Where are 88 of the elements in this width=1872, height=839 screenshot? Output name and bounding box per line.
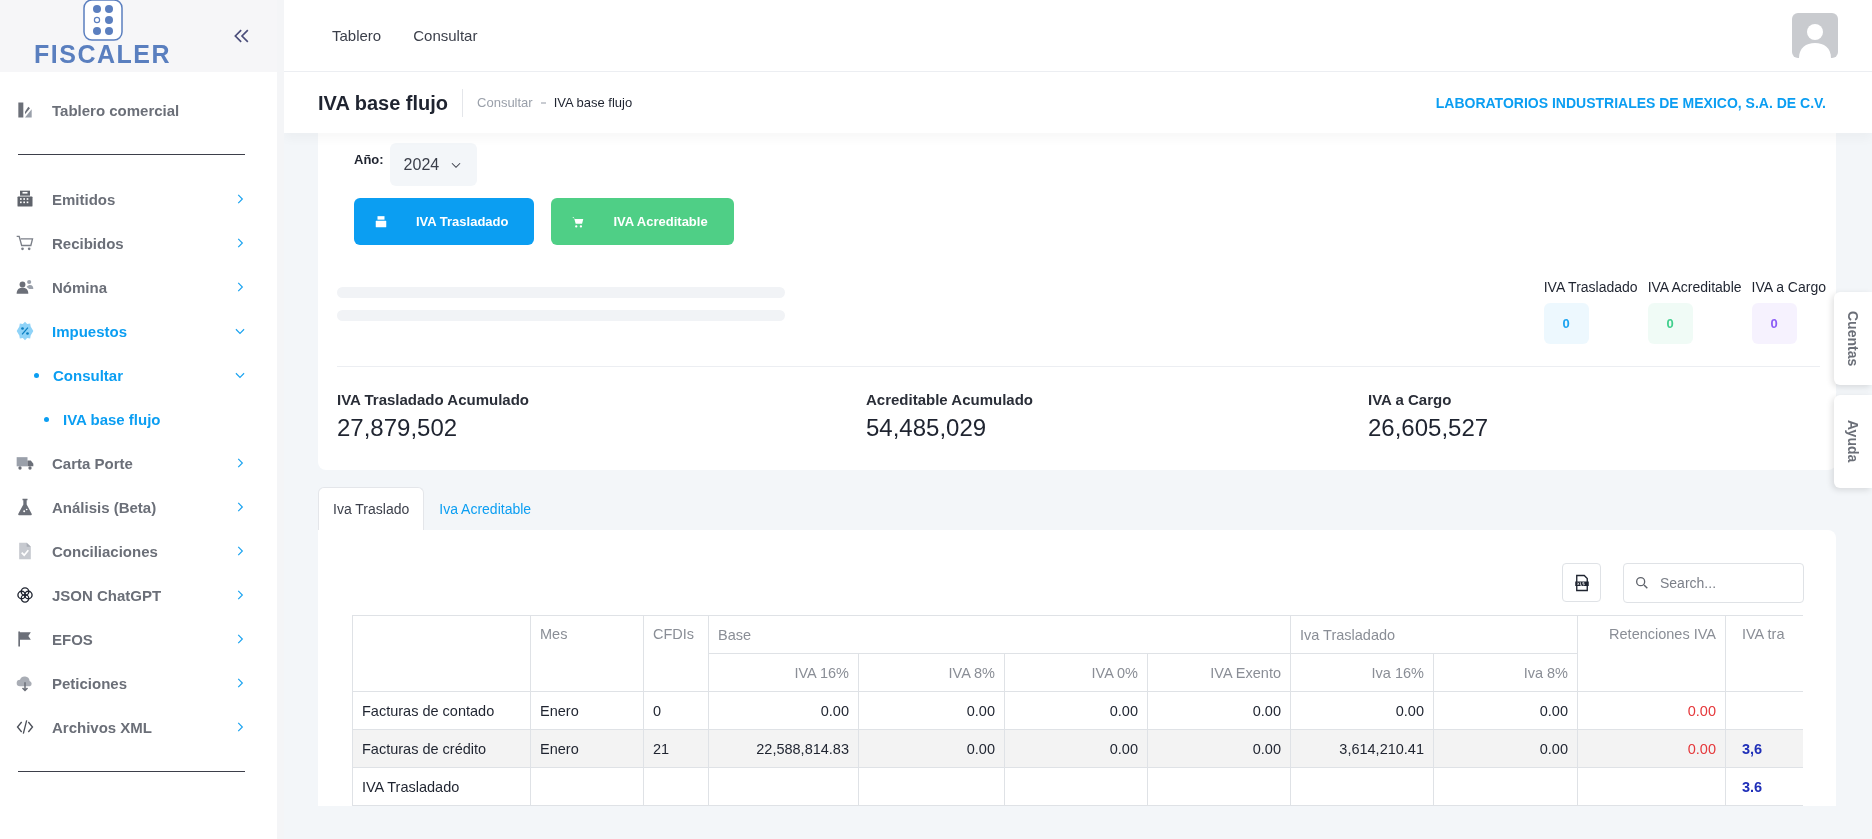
table-cell: Facturas de contado	[362, 702, 495, 719]
sidebar-item[interactable]: Peticiones	[0, 661, 277, 705]
sidebar-item[interactable]: Recibidos	[0, 221, 277, 265]
bullet-icon	[34, 372, 39, 378]
tab[interactable]: Iva Traslado	[318, 487, 425, 530]
sidebar-item[interactable]: Impuestos	[0, 309, 277, 353]
table-cell: 0.00	[1687, 702, 1716, 719]
spreadsheet-icon	[1572, 573, 1591, 592]
people-icon	[15, 277, 35, 297]
search-field[interactable]: Search...	[1623, 563, 1804, 603]
table-cell: 3,6	[1742, 740, 1763, 757]
table-cell: 21	[653, 740, 670, 757]
table-cell: 0.00	[1109, 702, 1138, 719]
table-cell: 0.00	[1539, 702, 1568, 719]
page-title: IVA base flujo	[318, 88, 464, 117]
sidebar-item[interactable]: JSON ChatGPT	[0, 573, 277, 617]
sidebar-item[interactable]: EFOS	[0, 617, 277, 661]
table-cell: Facturas de crédito	[362, 740, 487, 757]
sidebar-item[interactable]: Análisis (Beta)	[0, 485, 277, 529]
knot-icon	[15, 585, 35, 605]
total-label: Acreditable Acumulado	[866, 391, 1034, 408]
value-badge: 0	[1751, 303, 1797, 344]
table-cell: 22,588,814.83	[756, 740, 849, 757]
total-value: 27,879,502	[337, 414, 459, 442]
column-header: CFDIs	[643, 615, 709, 692]
column-header: Iva 16%	[1290, 653, 1434, 692]
sidebar-item[interactable]: Tablero comercial	[0, 88, 277, 132]
year-label: Año:	[354, 152, 384, 167]
value-badge: 0	[1647, 303, 1693, 344]
column-header: IVA 16%	[708, 653, 859, 692]
action-button[interactable]: IVA Trasladado	[354, 198, 535, 245]
search-icon	[1634, 575, 1650, 591]
code-icon	[15, 717, 35, 737]
percent-badge-icon	[15, 321, 35, 341]
sidebar-item[interactable]: Nómina	[0, 265, 277, 309]
column-header: IVA tra	[1725, 615, 1803, 692]
column-header: Mes	[530, 615, 644, 692]
table-cell: IVA Trasladado	[362, 778, 460, 795]
column-header: IVA 0%	[1004, 653, 1148, 692]
column-header: Base	[708, 615, 1291, 654]
total-label: IVA Trasladado Acumulado	[337, 391, 530, 408]
nav-link[interactable]: Tablero	[332, 27, 382, 44]
sidebar-item[interactable]: Archivos XML	[0, 705, 277, 749]
total-value: 54,485,029	[866, 414, 988, 442]
sidebar-item[interactable]: Conciliaciones	[0, 529, 277, 573]
flask-icon	[15, 497, 35, 517]
side-tab[interactable]: Cuentas	[1834, 292, 1872, 385]
sidebar-item[interactable]: Carta Porte	[0, 441, 277, 485]
tab[interactable]: Iva Acreditable	[424, 487, 547, 530]
table-cell: 0.00	[1539, 740, 1568, 757]
column-header: IVA 8%	[858, 653, 1005, 692]
column-header: Iva Trasladado	[1290, 615, 1578, 654]
sidebar-item[interactable]: IVA base flujo	[0, 397, 277, 441]
sidebar-item[interactable]: Consultar	[0, 353, 277, 397]
export-button[interactable]	[1562, 563, 1601, 602]
table-cell: 3,614,210.41	[1339, 740, 1424, 757]
total-label: IVA a Cargo	[1368, 391, 1453, 408]
cart-icon	[571, 214, 586, 229]
logo-text: FISCALER	[34, 41, 171, 67]
bullet-icon	[44, 416, 49, 422]
table-cell: 0	[653, 702, 662, 719]
table-cell: 0.00	[1109, 740, 1138, 757]
total-value: 26,605,527	[1368, 414, 1490, 442]
chart-icon	[15, 100, 35, 120]
table-cell: Enero	[540, 740, 579, 757]
badge-label: IVA Acreditable	[1647, 279, 1742, 295]
value-badge: 0	[1543, 303, 1589, 344]
table-cell: 0.00	[966, 740, 995, 757]
sidebar-item[interactable]: Emitidos	[0, 177, 277, 221]
side-tab[interactable]: Ayuda	[1834, 395, 1872, 488]
nav-link[interactable]: Consultar	[413, 27, 478, 44]
column-header: Retenciones IVA	[1577, 615, 1726, 692]
column-header: IVA Exento	[1147, 653, 1291, 692]
table-cell: 3.6	[1742, 778, 1763, 795]
table-cell: 0.00	[1687, 740, 1716, 757]
table-cell: 0.00	[1252, 740, 1281, 757]
table-cell: 0.00	[1252, 702, 1281, 719]
year-select[interactable]: 2024	[389, 143, 478, 186]
table-cell: 0.00	[820, 702, 849, 719]
breadcrumb-item[interactable]: Consultar	[477, 95, 533, 110]
breadcrumb-item: IVA base flujo	[553, 95, 633, 110]
company-name: LABORATORIOS INDUSTRIALES DE MEXICO, S.A. DE C.V.	[1435, 94, 1826, 111]
cart-icon	[15, 233, 35, 253]
badge-label: IVA Trasladado	[1543, 279, 1638, 295]
table-cell: Enero	[540, 702, 579, 719]
table-cell: 0.00	[1395, 702, 1424, 719]
table-cell: 0.00	[966, 702, 995, 719]
badge-label: IVA a Cargo	[1751, 279, 1826, 295]
